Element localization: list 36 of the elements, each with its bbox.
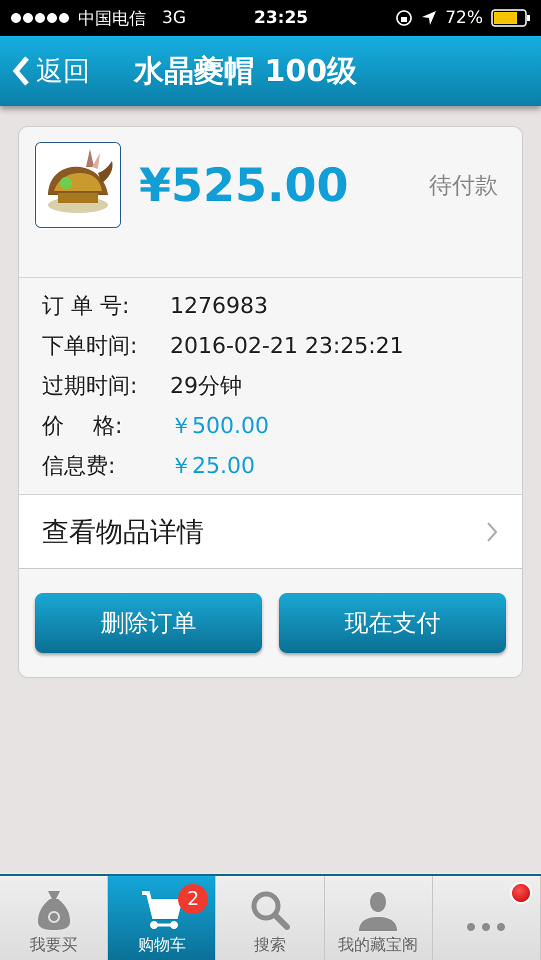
battery-percent: 72%: [445, 8, 483, 28]
detail-label: 订 单 号:: [42, 293, 130, 321]
search-icon: [249, 889, 291, 931]
page-title: 水晶夔帽 100级: [134, 52, 358, 90]
back-button[interactable]: 返回: [12, 53, 90, 89]
tab-item[interactable]: 我的藏宝阁: [324, 876, 433, 960]
detail-value: ￥25.00: [170, 453, 255, 481]
person-icon: [357, 889, 400, 931]
detail-value: 1276983: [170, 294, 268, 318]
carrier-name: 中国电信: [78, 8, 146, 30]
network-type: 3G: [162, 8, 186, 28]
chevron-right-icon: [486, 520, 498, 542]
order-total: ¥525.00: [139, 158, 349, 212]
money-bag-icon: [36, 889, 72, 931]
item-details-link[interactable]: 查看物品详情: [19, 495, 522, 569]
detail-label: 过期时间:: [42, 373, 138, 401]
status-time: 23:25: [254, 8, 308, 28]
signal-icon: [10, 12, 70, 24]
detail-label: 价 格:: [42, 413, 124, 441]
tab-item[interactable]: 购物车 2: [108, 876, 216, 960]
tab-item[interactable]: 搜索: [216, 876, 325, 960]
chevron-left-icon: [12, 55, 30, 87]
detail-value: 2016-02-21 23:25:21: [170, 334, 404, 358]
detail-value: 29分钟: [170, 373, 242, 401]
battery-icon: [491, 9, 531, 27]
tab-item[interactable]: 我要买: [0, 876, 108, 960]
more-icon: [466, 922, 506, 932]
cart-count-badge: 2: [178, 884, 208, 914]
pay-now-button[interactable]: 现在支付: [279, 593, 506, 653]
detail-value: ￥500.00: [170, 413, 269, 441]
rotation-lock-icon: [395, 9, 414, 27]
detail-label: 信息费:: [42, 453, 116, 481]
delete-order-button[interactable]: 删除订单: [35, 593, 262, 653]
detail-label: 下单时间:: [42, 333, 138, 361]
location-arrow-icon: [421, 10, 438, 26]
order-status: 待付款: [429, 172, 498, 201]
